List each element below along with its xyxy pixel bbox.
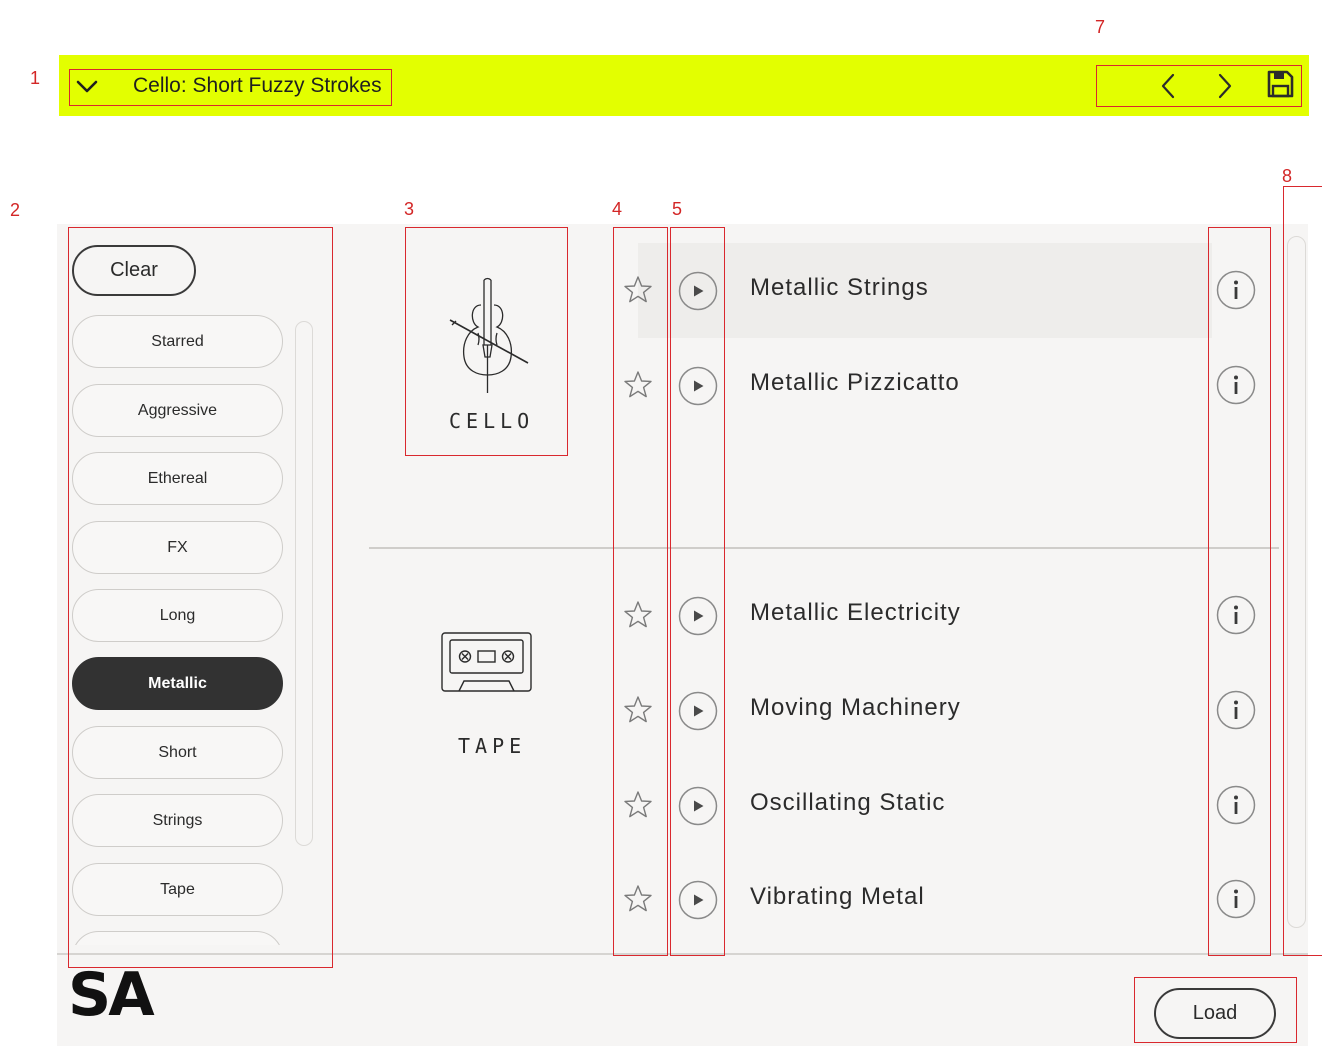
preset-name[interactable]: Metallic Electricity bbox=[750, 599, 961, 627]
brand-logo: SA bbox=[68, 960, 155, 1030]
category-label-cello: CELLO bbox=[449, 409, 535, 433]
annotation-number: 3 bbox=[404, 199, 415, 219]
save-icon[interactable] bbox=[1264, 68, 1296, 100]
preset-name[interactable]: Vibrating Metal bbox=[750, 883, 925, 911]
star-icon[interactable] bbox=[622, 789, 654, 821]
annotation-number: 2 bbox=[10, 200, 21, 220]
info-icon[interactable] bbox=[1216, 785, 1256, 825]
clear-tags-button[interactable]: Clear bbox=[72, 245, 196, 296]
footer-divider bbox=[57, 953, 1308, 955]
preset-name[interactable]: Moving Machinery bbox=[750, 694, 961, 722]
tag-filter-partial[interactable] bbox=[72, 931, 283, 945]
tag-filter-short[interactable]: Short bbox=[72, 726, 283, 779]
chevron-left-icon[interactable] bbox=[1153, 70, 1185, 102]
star-icon[interactable] bbox=[622, 883, 654, 915]
cassette-tape-icon bbox=[441, 632, 533, 694]
tag-filter-ethereal[interactable]: Ethereal bbox=[72, 452, 283, 505]
load-button[interactable]: Load bbox=[1154, 988, 1276, 1039]
preset-list-scrollbar[interactable] bbox=[1287, 236, 1306, 928]
star-icon[interactable] bbox=[622, 369, 654, 401]
star-icon[interactable] bbox=[622, 694, 654, 726]
tag-filter-tape[interactable]: Tape bbox=[72, 863, 283, 916]
tag-filter-fx[interactable]: FX bbox=[72, 521, 283, 574]
play-icon[interactable] bbox=[678, 271, 718, 311]
tag-filter-starred[interactable]: Starred bbox=[72, 315, 283, 368]
star-icon[interactable] bbox=[622, 599, 654, 631]
info-icon[interactable] bbox=[1216, 365, 1256, 405]
annotation-number: 4 bbox=[612, 199, 623, 219]
chevron-down-icon[interactable] bbox=[73, 73, 101, 99]
preset-name[interactable]: Metallic Strings bbox=[750, 274, 929, 302]
info-icon[interactable] bbox=[1216, 879, 1256, 919]
annotation-number: 8 bbox=[1282, 166, 1293, 186]
annotation-number: 1 bbox=[30, 68, 41, 88]
info-icon[interactable] bbox=[1216, 270, 1256, 310]
annotation-number: 5 bbox=[672, 199, 683, 219]
tag-list-scrollbar[interactable] bbox=[295, 321, 313, 846]
chevron-right-icon[interactable] bbox=[1208, 70, 1240, 102]
preset-header-bar: Cello: Short Fuzzy Strokes bbox=[59, 55, 1309, 116]
preset-name-title[interactable]: Cello: Short Fuzzy Strokes bbox=[133, 74, 382, 98]
tag-filter-strings[interactable]: Strings bbox=[72, 794, 283, 847]
preset-name[interactable]: Metallic Pizzicatto bbox=[750, 369, 960, 397]
category-divider bbox=[369, 547, 1279, 549]
tag-filter-long[interactable]: Long bbox=[72, 589, 283, 642]
play-icon[interactable] bbox=[678, 786, 718, 826]
category-label-tape: TAPE bbox=[458, 734, 527, 758]
info-icon[interactable] bbox=[1216, 595, 1256, 635]
info-icon[interactable] bbox=[1216, 690, 1256, 730]
tag-filter-list[interactable]: Starred Aggressive Ethereal FX Long Meta… bbox=[72, 315, 284, 945]
play-icon[interactable] bbox=[678, 691, 718, 731]
cello-icon bbox=[440, 275, 536, 400]
tag-filter-metallic[interactable]: Metallic bbox=[72, 657, 283, 710]
star-icon[interactable] bbox=[622, 274, 654, 306]
annotation-number: 7 bbox=[1095, 17, 1106, 37]
play-icon[interactable] bbox=[678, 366, 718, 406]
preset-name[interactable]: Oscillating Static bbox=[750, 789, 945, 817]
play-icon[interactable] bbox=[678, 880, 718, 920]
tag-filter-aggressive[interactable]: Aggressive bbox=[72, 384, 283, 437]
play-icon[interactable] bbox=[678, 596, 718, 636]
